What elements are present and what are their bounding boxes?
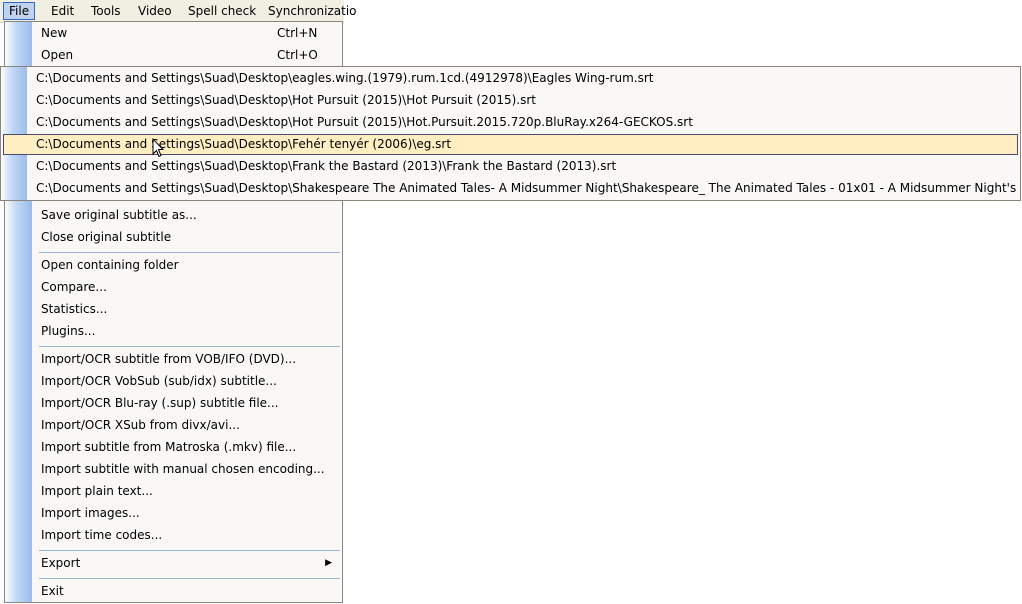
menu-video[interactable]: Video: [133, 3, 177, 19]
menu-item-close-original[interactable]: Close original subtitle: [41, 227, 338, 247]
recent-file-item[interactable]: C:\Documents and Settings\Suad\Desktop\H…: [3, 112, 1018, 133]
menu-item-import-vob[interactable]: Import/OCR subtitle from VOB/IFO (DVD)..…: [41, 349, 338, 369]
shortcut-label: Ctrl+O: [277, 48, 318, 62]
menu-item-import-xsub[interactable]: Import/OCR XSub from divx/avi...: [41, 415, 338, 435]
menu-item-open[interactable]: Open Ctrl+O: [41, 45, 338, 65]
menu-item-label: Open: [41, 48, 74, 62]
menu-separator: [39, 252, 340, 253]
menu-synchronization[interactable]: Synchronizatio: [263, 3, 362, 19]
menu-item-label: New: [41, 26, 68, 40]
recent-file-path: C:\Documents and Settings\Suad\Desktop\H…: [36, 115, 693, 129]
menu-separator: [39, 550, 340, 551]
menu-item-import-plain-text[interactable]: Import plain text...: [41, 481, 338, 501]
menu-item-import-vobsub[interactable]: Import/OCR VobSub (sub/idx) subtitle...: [41, 371, 338, 391]
menu-edit[interactable]: Edit: [46, 3, 79, 19]
recent-file-path: C:\Documents and Settings\Suad\Desktop\e…: [36, 71, 654, 85]
menu-item-new[interactable]: New Ctrl+N: [41, 23, 338, 43]
menu-bar: File Edit Tools Video Spell check Synchr…: [0, 0, 357, 23]
recent-file-path: C:\Documents and Settings\Suad\Desktop\H…: [36, 93, 536, 107]
recent-file-item[interactable]: C:\Documents and Settings\Suad\Desktop\S…: [3, 178, 1018, 199]
recent-file-item[interactable]: C:\Documents and Settings\Suad\Desktop\F…: [3, 156, 1018, 177]
submenu-arrow-icon: ▶: [325, 558, 332, 568]
recent-file-item[interactable]: C:\Documents and Settings\Suad\Desktop\e…: [3, 68, 1018, 89]
menu-tools[interactable]: Tools: [86, 3, 126, 19]
menu-item-exit[interactable]: Exit: [41, 581, 338, 601]
menu-separator: [39, 578, 340, 579]
recent-file-path: C:\Documents and Settings\Suad\Desktop\F…: [36, 137, 452, 151]
menu-item-plugins[interactable]: Plugins...: [41, 321, 338, 341]
recent-file-path: C:\Documents and Settings\Suad\Desktop\S…: [36, 181, 1018, 195]
recent-file-path: C:\Documents and Settings\Suad\Desktop\F…: [36, 159, 617, 173]
shortcut-label: Ctrl+N: [277, 26, 318, 40]
menu-item-statistics[interactable]: Statistics...: [41, 299, 338, 319]
menu-item-save-original-as[interactable]: Save original subtitle as...: [41, 205, 338, 225]
recent-files-submenu: C:\Documents and Settings\Suad\Desktop\e…: [0, 66, 1021, 201]
menu-item-import-time-codes[interactable]: Import time codes...: [41, 525, 338, 545]
menu-spell-check[interactable]: Spell check: [183, 3, 261, 19]
mouse-cursor-icon: [152, 138, 164, 158]
menu-item-open-containing-folder[interactable]: Open containing folder: [41, 255, 338, 275]
menu-item-import-bluray[interactable]: Import/OCR Blu-ray (.sup) subtitle file.…: [41, 393, 338, 413]
menu-item-import-encoding[interactable]: Import subtitle with manual chosen encod…: [41, 459, 338, 479]
menu-item-export[interactable]: Export ▶: [41, 553, 338, 573]
menu-item-import-images[interactable]: Import images...: [41, 503, 338, 523]
menu-item-import-matroska[interactable]: Import subtitle from Matroska (.mkv) fil…: [41, 437, 338, 457]
recent-file-item[interactable]: C:\Documents and Settings\Suad\Desktop\H…: [3, 90, 1018, 111]
menu-file[interactable]: File: [3, 2, 36, 20]
menu-separator: [39, 346, 340, 347]
menu-item-label: Export: [41, 556, 81, 570]
menu-item-compare[interactable]: Compare...: [41, 277, 338, 297]
